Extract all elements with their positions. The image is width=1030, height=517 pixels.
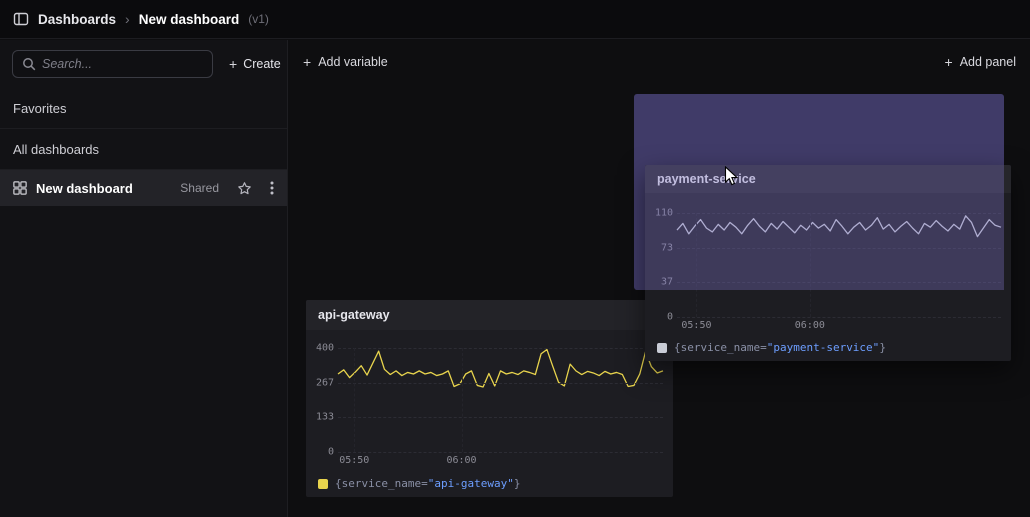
- y-axis-label: 73: [661, 242, 673, 253]
- panel-header[interactable]: payment-service: [645, 165, 1011, 193]
- legend-item[interactable]: {service_name="api-gateway"}: [318, 477, 520, 490]
- dashboard-toolbar: + Add variable + Add panel: [289, 40, 1030, 84]
- add-panel-button[interactable]: + Add panel: [945, 55, 1017, 69]
- favorites-label: Favorites: [13, 101, 66, 116]
- sidebar-section-favorites[interactable]: Favorites: [0, 88, 287, 129]
- line-series: [677, 213, 1001, 317]
- x-axis-label: 05:50: [339, 455, 369, 466]
- gridline: [677, 248, 1001, 249]
- add-variable-label: Add variable: [318, 55, 388, 69]
- timeseries-chart: 4002671330 05:5006:00: [312, 348, 663, 452]
- gridline: [338, 417, 663, 418]
- dashboard-grid-icon: [13, 181, 27, 195]
- x-axis-label: 05:50: [681, 320, 711, 331]
- gridline: [338, 348, 663, 349]
- panel-api-gateway[interactable]: api-gateway 4002671330 05:5006:00 {servi…: [306, 300, 673, 497]
- panel-payment-service[interactable]: payment-service 11073370 05:5006:00 {ser…: [645, 165, 1011, 361]
- panel-header[interactable]: api-gateway: [306, 300, 673, 330]
- search-input-wrapper[interactable]: [12, 50, 213, 78]
- all-dashboards-label: All dashboards: [13, 142, 99, 157]
- y-axis-label: 0: [328, 447, 334, 458]
- add-variable-button[interactable]: + Add variable: [303, 55, 388, 69]
- legend-swatch: [318, 479, 328, 489]
- gridline: [354, 348, 355, 452]
- panel-title: api-gateway: [318, 308, 390, 322]
- breadcrumb-chevron-icon: ›: [125, 12, 130, 26]
- y-axis: 11073370: [651, 213, 677, 317]
- y-axis-label: 133: [316, 412, 334, 423]
- plot-area: 05:5006:00: [338, 348, 663, 452]
- create-button-label: Create: [243, 57, 281, 71]
- shared-badge: Shared: [180, 181, 219, 195]
- sidebar: + Create Favorites All dashboards New da…: [0, 40, 288, 517]
- y-axis-label: 400: [316, 343, 334, 354]
- y-axis-label: 0: [667, 312, 673, 323]
- search-input[interactable]: [42, 57, 203, 71]
- breadcrumb-dashboards[interactable]: Dashboards: [38, 12, 116, 27]
- gridline: [338, 383, 663, 384]
- y-axis: 4002671330: [312, 348, 338, 452]
- plus-icon: +: [303, 55, 311, 69]
- y-axis-label: 37: [661, 277, 673, 288]
- x-axis-label: 06:00: [795, 320, 825, 331]
- panel-title: payment-service: [657, 172, 756, 186]
- legend-item[interactable]: {service_name="payment-service"}: [657, 341, 886, 354]
- y-axis-label: 110: [655, 208, 673, 219]
- favorite-star-icon[interactable]: [237, 181, 252, 196]
- version-tag: (v1): [248, 12, 269, 26]
- gridline: [810, 213, 811, 317]
- create-button[interactable]: + Create: [219, 50, 291, 78]
- gridline: [338, 452, 663, 453]
- line-series: [338, 348, 663, 452]
- legend-swatch: [657, 343, 667, 353]
- search-icon: [22, 57, 36, 71]
- x-axis-label: 06:00: [446, 455, 476, 466]
- sidebar-search-row: + Create: [0, 40, 287, 88]
- plus-icon: +: [945, 55, 953, 69]
- gridline: [677, 213, 1001, 214]
- timeseries-chart: 11073370 05:5006:00: [651, 213, 1001, 317]
- gridline: [462, 348, 463, 452]
- add-panel-label: Add panel: [960, 55, 1016, 69]
- app-window: Dashboards › New dashboard (v1) + Create: [0, 0, 1030, 517]
- plus-icon: +: [229, 57, 237, 71]
- breadcrumb-current-dashboard: New dashboard: [139, 12, 240, 27]
- plot-area: 05:5006:00: [677, 213, 1001, 317]
- dashboards-app-icon[interactable]: [13, 11, 29, 27]
- gridline: [677, 282, 1001, 283]
- legend-label: {service_name="api-gateway"}: [335, 477, 520, 490]
- top-bar: Dashboards › New dashboard (v1): [0, 0, 1030, 39]
- legend-label: {service_name="payment-service"}: [674, 341, 886, 354]
- dashboard-item-name: New dashboard: [36, 181, 133, 196]
- y-axis-label: 267: [316, 377, 334, 388]
- sidebar-section-all-dashboards[interactable]: All dashboards: [0, 129, 287, 170]
- gridline: [677, 317, 1001, 318]
- sidebar-item-new-dashboard[interactable]: New dashboard Shared: [0, 170, 287, 206]
- gridline: [696, 213, 697, 317]
- kebab-menu-icon[interactable]: [270, 180, 274, 196]
